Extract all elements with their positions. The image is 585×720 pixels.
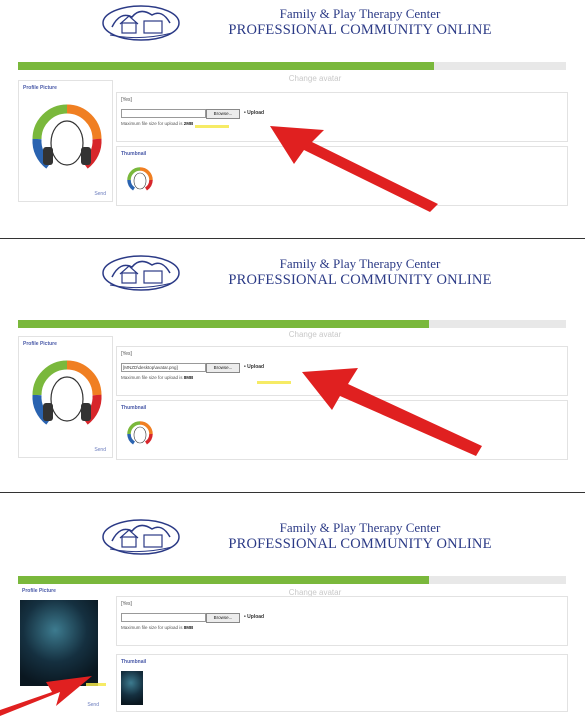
max-size-value: 2MB (183, 121, 194, 126)
upload-button[interactable]: • Upload (244, 109, 264, 117)
panel-3: Family & Play Therapy Center PROFESSIONA… (0, 496, 585, 716)
browse-button[interactable]: Browse... (206, 613, 240, 623)
panel-1: Family & Play Therapy Center PROFESSIONA… (0, 0, 585, 232)
profile-picture-box: Profile Picture Send (18, 336, 113, 458)
send-link[interactable]: Send (94, 447, 106, 453)
max-size-label: Maximum file size for upload is (121, 121, 183, 126)
default-avatar-icon (32, 104, 102, 169)
change-avatar-heading: Change avatar (288, 74, 342, 83)
red-arrow-icon (0, 676, 92, 716)
center-logo-icon (102, 519, 180, 555)
file-path-input[interactable] (121, 613, 206, 622)
max-size-label: Maximum file size for upload is (121, 625, 183, 630)
max-size-label: Maximum file size for upload is (121, 375, 183, 380)
send-link[interactable]: Send (94, 191, 106, 197)
progress-fill (18, 576, 429, 584)
max-size-value: 8MB (183, 375, 194, 380)
max-size-value: 8MB (183, 625, 194, 630)
profile-progress-bar (18, 320, 566, 328)
browse-button[interactable]: Browse... (206, 363, 240, 373)
profile-picture-label: Profile Picture (22, 588, 56, 594)
red-arrow-icon (270, 126, 438, 212)
center-logo-icon (102, 5, 180, 41)
profile-picture-label: Profile Picture (23, 341, 57, 347)
yellow-highlight (195, 125, 229, 128)
thumbnail-avatar-icon (127, 421, 153, 445)
panel-2: Family & Play Therapy Center PROFESSIONA… (0, 244, 585, 484)
thumbnail-label: Thumbnail (121, 405, 147, 411)
upload-button[interactable]: • Upload (244, 613, 264, 621)
center-logo-icon (102, 255, 180, 291)
thumbnail-box: Thumbnail (116, 654, 568, 712)
section-divider (0, 492, 585, 493)
progress-fill (18, 62, 435, 70)
site-title: Family & Play Therapy Center (279, 256, 441, 271)
browse-button[interactable]: Browse... (206, 109, 240, 119)
thumbnail-label: Thumbnail (121, 151, 147, 157)
red-arrow-icon (302, 368, 482, 456)
section-divider (0, 238, 585, 239)
profile-picture-label: Profile Picture (23, 85, 57, 91)
progress-fill (18, 320, 429, 328)
file-label: [Yes] (121, 97, 132, 103)
change-avatar-heading: Change avatar (288, 330, 342, 339)
site-subtitle: PROFESSIONAL COMMUNITY ONLINE (228, 272, 492, 288)
site-header: Family & Play Therapy Center PROFESSIONA… (0, 0, 585, 50)
site-subtitle: PROFESSIONAL COMMUNITY ONLINE (228, 536, 492, 552)
site-title: Family & Play Therapy Center (279, 6, 441, 21)
site-subtitle: PROFESSIONAL COMMUNITY ONLINE (228, 22, 492, 38)
site-header: Family & Play Therapy Center PROFESSIONA… (0, 514, 585, 564)
profile-progress-bar (18, 62, 566, 70)
thumbnail-photo (121, 671, 143, 705)
upload-button[interactable]: • Upload (244, 363, 264, 371)
profile-picture-box: Profile Picture Send (18, 80, 113, 202)
file-path-input[interactable] (121, 109, 206, 118)
file-label: [Yes] (121, 351, 132, 357)
max-size-text: Maximum file size for upload is 8MB (121, 375, 193, 380)
site-title: Family & Play Therapy Center (279, 520, 441, 535)
thumbnail-label: Thumbnail (121, 659, 147, 665)
default-avatar-icon (32, 360, 102, 425)
file-label: [Yes] (121, 601, 132, 607)
yellow-highlight (257, 381, 291, 384)
file-path-input[interactable]: [MNZD\desktop\avatar.png] (121, 363, 206, 372)
profile-progress-bar (18, 576, 566, 584)
site-header: Family & Play Therapy Center PROFESSIONA… (0, 250, 585, 300)
thumbnail-avatar-icon (127, 167, 153, 191)
max-size-text: Maximum file size for upload is 2MB (121, 121, 193, 126)
max-size-text: Maximum file size for upload is 8MB (121, 625, 193, 630)
upload-box: [Yes] Browse... • Upload Maximum file si… (116, 596, 568, 646)
